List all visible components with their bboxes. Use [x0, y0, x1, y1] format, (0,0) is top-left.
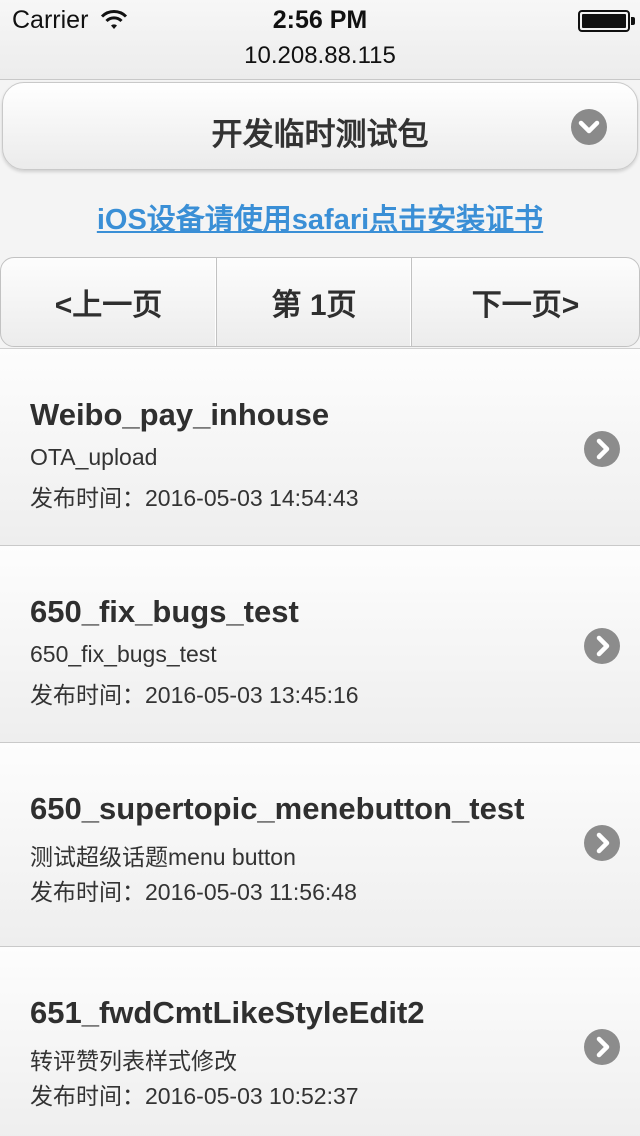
list-item[interactable]: 651_fwdCmtLikeStyleEdit2 转评赞列表样式修改 发布时间：… [0, 946, 640, 1136]
build-description: OTA_upload [30, 444, 158, 470]
status-time: 2:56 PM [272, 6, 368, 34]
pagination: <上一页 第 1页 下一页> [0, 257, 640, 347]
build-name: 651_fwdCmtLikeStyleEdit2 [30, 995, 425, 1030]
build-list: Weibo_pay_inhouse OTA_upload 发布时间：2016-0… [0, 348, 640, 1136]
build-name: Weibo_pay_inhouse [30, 397, 330, 432]
publish-time: 发布时间：2016-05-03 11:56:48 [30, 879, 357, 905]
address-url[interactable]: 10.208.88.115 [0, 42, 640, 70]
chevron-right-icon [584, 825, 620, 861]
list-item[interactable]: Weibo_pay_inhouse OTA_upload 发布时间：2016-0… [0, 348, 640, 545]
next-page-button[interactable]: 下一页> [412, 258, 639, 346]
category-select-label: 开发临时测试包 [211, 117, 429, 152]
chevron-down-icon [571, 109, 607, 145]
build-description: 测试超级话题menu button [30, 844, 296, 870]
publish-time: 发布时间：2016-05-03 10:52:37 [30, 1083, 359, 1109]
status-bar: Carrier 2:56 PM 10.208.88.115 [0, 0, 640, 80]
install-certificate-link[interactable]: iOS设备请使用safari点击安装证书 [0, 196, 640, 238]
prev-page-button[interactable]: <上一页 [1, 258, 217, 346]
chevron-right-icon [584, 628, 620, 664]
chevron-right-icon [584, 1029, 620, 1065]
chevron-right-icon [584, 431, 620, 467]
list-item[interactable]: 650_fix_bugs_test 650_fix_bugs_test 发布时间… [0, 545, 640, 742]
current-page-indicator: 第 1页 [217, 258, 412, 346]
publish-time: 发布时间：2016-05-03 14:54:43 [30, 485, 359, 511]
build-description: 650_fix_bugs_test [30, 641, 217, 667]
build-name: 650_fix_bugs_test [30, 594, 299, 629]
build-description: 转评赞列表样式修改 [30, 1048, 237, 1074]
battery-icon [578, 10, 635, 32]
publish-time: 发布时间：2016-05-03 13:45:16 [30, 682, 359, 708]
category-select[interactable]: 开发临时测试包 [2, 82, 638, 170]
list-item[interactable]: 650_supertopic_menebutton_test 测试超级话题men… [0, 742, 640, 946]
build-name: 650_supertopic_menebutton_test [30, 791, 525, 826]
